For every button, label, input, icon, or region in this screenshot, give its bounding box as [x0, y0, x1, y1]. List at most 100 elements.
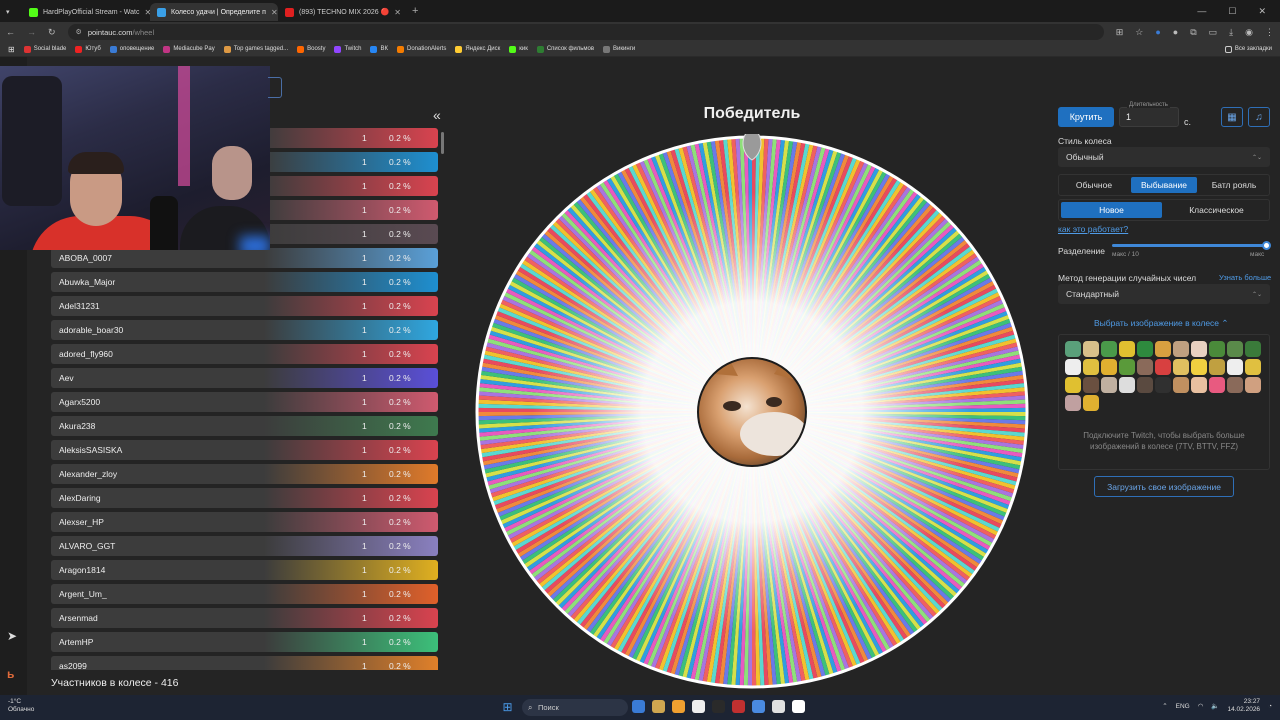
tab-close-icon[interactable]: ✕: [271, 8, 278, 17]
tab-close-icon[interactable]: ✕: [394, 8, 401, 17]
taskbar-search[interactable]: ⌕ Поиск: [522, 699, 628, 716]
participant-row[interactable]: adorable_boar30 1 0.2 %: [51, 320, 438, 340]
mode-option[interactable]: Новое: [1061, 202, 1162, 218]
emote-icon[interactable]: [1119, 377, 1135, 393]
rng-select[interactable]: Стандартный ⌃⌄: [1058, 284, 1270, 304]
mode-option[interactable]: Классическое: [1166, 202, 1267, 218]
forward-icon[interactable]: →: [27, 27, 36, 37]
bookmark-item[interactable]: Top games tagged...: [223, 45, 288, 53]
extension-icon[interactable]: ●: [1155, 27, 1160, 38]
new-tab-button[interactable]: +: [412, 5, 418, 17]
emote-icon[interactable]: [1065, 395, 1081, 411]
emote-icon[interactable]: [1209, 377, 1225, 393]
tab-menu[interactable]: ▾: [0, 3, 22, 21]
maximize-icon[interactable]: ☐: [1228, 6, 1236, 17]
participant-row[interactable]: Adel31231 1 0.2 %: [51, 296, 438, 316]
participant-row[interactable]: Argent_Um_ 1 0.2 %: [51, 584, 438, 604]
emote-icon[interactable]: [1137, 377, 1153, 393]
taskbar-app-icon[interactable]: [632, 700, 645, 713]
site-info-icon[interactable]: ⚙: [76, 28, 82, 36]
taskbar-app-icon[interactable]: [692, 700, 705, 713]
cast-icon[interactable]: ▭: [1209, 27, 1218, 38]
browser-tab[interactable]: (893) TECHNO MIX 2026 🔴 ✕: [278, 3, 406, 21]
upload-image-button[interactable]: Загрузить свое изображение: [1094, 476, 1234, 497]
participant-row[interactable]: Akura238 1 0.2 %: [51, 416, 438, 436]
emote-icon[interactable]: [1155, 341, 1171, 357]
emote-icon[interactable]: [1227, 377, 1243, 393]
emote-icon[interactable]: [1083, 359, 1099, 375]
participant-row[interactable]: AlexDaring 1 0.2 %: [51, 488, 438, 508]
wifi-icon[interactable]: ◠: [1198, 702, 1204, 710]
bookmark-item[interactable]: оповещение: [109, 45, 154, 53]
how-it-works-link[interactable]: как это работает?: [1058, 224, 1128, 234]
mode-option[interactable]: Батл рояль: [1201, 177, 1267, 193]
participant-row[interactable]: Abuwka_Major 1 0.2 %: [51, 272, 438, 292]
bookmark-item[interactable]: Список фильмов: [536, 45, 594, 53]
taskbar-app-icon[interactable]: [712, 700, 725, 713]
participant-row[interactable]: ArtemHP 1 0.2 %: [51, 632, 438, 652]
mode-option[interactable]: Выбывание: [1131, 177, 1197, 193]
emote-icon[interactable]: [1209, 341, 1225, 357]
bookmark-item[interactable]: ВК: [370, 45, 388, 53]
emote-icon[interactable]: [1083, 341, 1099, 357]
kebab-menu-icon[interactable]: ⋮: [1265, 27, 1274, 38]
puzzle-icon[interactable]: ⧉: [1190, 27, 1196, 38]
wheel-settings-button[interactable]: ▦: [1221, 107, 1243, 127]
translate-icon[interactable]: ⊞: [1116, 27, 1124, 38]
brand-icon[interactable]: ь: [7, 667, 14, 681]
taskbar-app-icon[interactable]: [672, 700, 685, 713]
apps-icon[interactable]: ⊞: [8, 45, 15, 54]
spin-button[interactable]: Крутить: [1058, 107, 1114, 127]
emote-icon[interactable]: [1155, 359, 1171, 375]
participant-row[interactable]: ABOBA_0007 1 0.2 %: [51, 248, 438, 268]
browser-tab[interactable]: Колесо удачи | Определите п ✕: [150, 3, 278, 21]
address-bar[interactable]: ⚙ pointauc.com/wheel: [67, 24, 1104, 40]
rng-learn-more-link[interactable]: Узнать больше: [1219, 273, 1271, 282]
bookmark-item[interactable]: DonationAlerts: [396, 45, 446, 53]
lang-indicator[interactable]: ENG: [1176, 703, 1190, 710]
image-picker-toggle[interactable]: Выбрать изображение в колесе ⌃: [1094, 318, 1229, 329]
emote-icon[interactable]: [1119, 341, 1135, 357]
wheel-style-select[interactable]: Обычный ⌃⌄: [1058, 147, 1270, 167]
bookmark-item[interactable]: Social blade: [23, 45, 66, 53]
participant-row[interactable]: adored_fly960 1 0.2 %: [51, 344, 438, 364]
fortune-wheel[interactable]: [474, 134, 1030, 690]
start-button[interactable]: ⊞: [500, 700, 515, 715]
close-icon[interactable]: ✕: [1258, 6, 1266, 17]
emote-icon[interactable]: [1101, 377, 1117, 393]
minimize-icon[interactable]: —: [1197, 6, 1206, 17]
taskbar-app-icon[interactable]: [772, 700, 785, 713]
emote-icon[interactable]: [1101, 341, 1117, 357]
bookmark-item[interactable]: Boosty: [297, 45, 325, 53]
weather-widget[interactable]: -1°C Облачно: [8, 698, 34, 714]
bookmark-item[interactable]: кик: [509, 45, 528, 53]
all-bookmarks[interactable]: Все закладки: [1224, 45, 1280, 53]
split-slider-track[interactable]: [1112, 244, 1266, 247]
emote-icon[interactable]: [1227, 359, 1243, 375]
emote-icon[interactable]: [1155, 377, 1171, 393]
participant-row[interactable]: Aev 1 0.2 %: [51, 368, 438, 388]
emote-icon[interactable]: [1065, 341, 1081, 357]
emote-icon[interactable]: [1065, 359, 1081, 375]
collapse-panel-icon[interactable]: «: [433, 107, 441, 123]
emote-icon[interactable]: [1065, 377, 1081, 393]
taskbar-app-icon[interactable]: [792, 700, 805, 713]
taskbar-app-icon[interactable]: [732, 700, 745, 713]
participant-row[interactable]: AleksisSASISKA 1 0.2 %: [51, 440, 438, 460]
participant-row[interactable]: Aragon1814 1 0.2 %: [51, 560, 438, 580]
emote-icon[interactable]: [1173, 341, 1189, 357]
emote-icon[interactable]: [1245, 341, 1261, 357]
emote-icon[interactable]: [1101, 359, 1117, 375]
emote-icon[interactable]: [1137, 359, 1153, 375]
bookmark-star-icon[interactable]: ☆: [1135, 27, 1143, 38]
bookmark-item[interactable]: Twitch: [334, 45, 361, 53]
mode-option[interactable]: Обычное: [1061, 177, 1127, 193]
bookmark-item[interactable]: Ютуб: [75, 45, 101, 53]
participant-row[interactable]: Arsenmad 1 0.2 %: [51, 608, 438, 628]
taskbar-app-icon[interactable]: [752, 700, 765, 713]
emote-icon[interactable]: [1191, 377, 1207, 393]
participant-row[interactable]: Alexander_zloy 1 0.2 %: [51, 464, 438, 484]
tray-expand-icon[interactable]: ⌃: [1162, 702, 1167, 710]
emote-icon[interactable]: [1245, 359, 1261, 375]
bookmark-item[interactable]: Викинги: [603, 45, 635, 53]
